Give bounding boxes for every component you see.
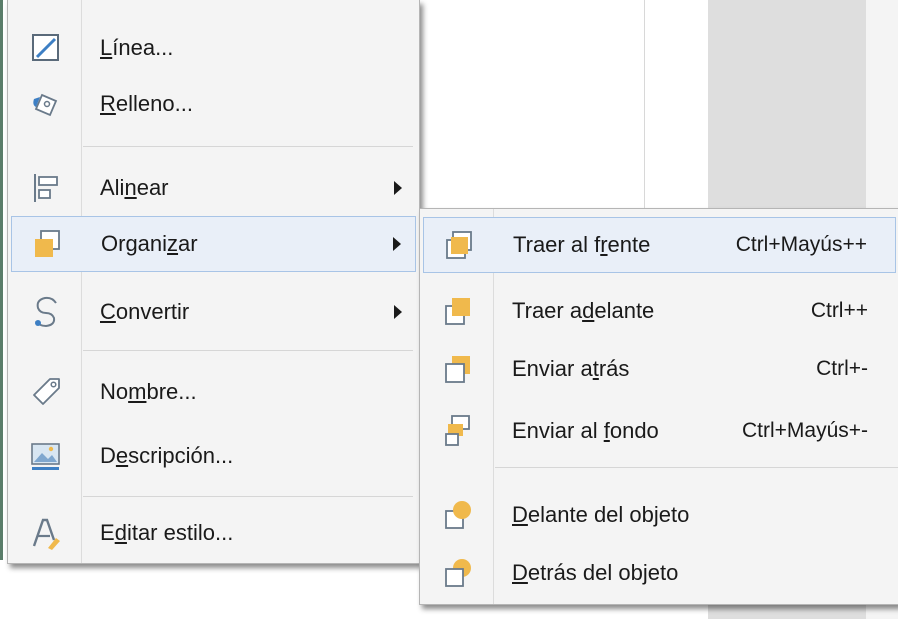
submenu-arrow-icon — [393, 237, 401, 251]
menu-separator — [83, 146, 413, 147]
page-border-line — [644, 0, 645, 210]
in-front-of-object-icon — [445, 501, 471, 529]
menu-item-descripcion[interactable]: Descripción... — [11, 428, 416, 484]
submenu-item-traer-adelante[interactable]: Traer adelante Ctrl++ — [423, 283, 896, 339]
bring-to-front-icon — [446, 231, 472, 259]
context-menu: Línea... Relleno... Alinear Organizar Co… — [7, 0, 420, 564]
submenu-item-enviar-atras[interactable]: Enviar atrás Ctrl+- — [423, 341, 896, 397]
menu-separator — [495, 467, 898, 468]
arrange-icon — [35, 230, 60, 257]
fill-bucket-icon — [33, 93, 58, 117]
menu-separator — [83, 350, 413, 351]
menu-item-convertir[interactable]: Convertir — [11, 284, 416, 340]
behind-object-icon — [445, 559, 471, 587]
submenu-item-delante-del-objeto[interactable]: Delante del objeto — [423, 487, 896, 543]
submenu-arrow-icon — [394, 305, 402, 319]
window-edge — [0, 0, 3, 560]
shortcut-label: Ctrl+Mayús+- — [741, 419, 868, 442]
menu-item-editar-estilo[interactable]: Editar estilo... — [11, 505, 416, 561]
menu-item-linea[interactable]: Línea... — [11, 20, 416, 76]
submenu-item-enviar-al-fondo[interactable]: Enviar al fondo Ctrl+Mayús+- — [423, 403, 896, 459]
image-description-icon — [31, 443, 60, 470]
menu-separator — [83, 496, 413, 497]
edit-style-icon — [32, 518, 60, 550]
convert-icon — [35, 296, 57, 328]
bring-forward-icon — [445, 298, 470, 325]
tag-icon — [33, 378, 60, 405]
submenu-item-detras-del-objeto[interactable]: Detrás del objeto — [423, 545, 896, 601]
arrange-submenu: Traer al frente Ctrl+Mayús++ Traer adela… — [419, 208, 898, 605]
shortcut-label: Ctrl+Mayús++ — [735, 233, 867, 256]
align-icon — [34, 174, 58, 202]
shortcut-label: Ctrl++ — [810, 299, 868, 322]
shortcut-label: Ctrl+- — [816, 357, 868, 380]
menu-item-organizar[interactable]: Organizar — [11, 216, 416, 272]
submenu-arrow-icon — [394, 181, 402, 195]
line-icon — [32, 34, 59, 61]
send-to-back-icon — [445, 415, 470, 446]
menu-item-nombre[interactable]: Nombre... — [11, 364, 416, 420]
submenu-item-traer-al-frente[interactable]: Traer al frente Ctrl+Mayús++ — [423, 217, 896, 273]
menu-item-relleno[interactable]: Relleno... — [11, 76, 416, 132]
menu-item-alinear[interactable]: Alinear — [11, 160, 416, 216]
send-backward-icon — [445, 356, 470, 383]
